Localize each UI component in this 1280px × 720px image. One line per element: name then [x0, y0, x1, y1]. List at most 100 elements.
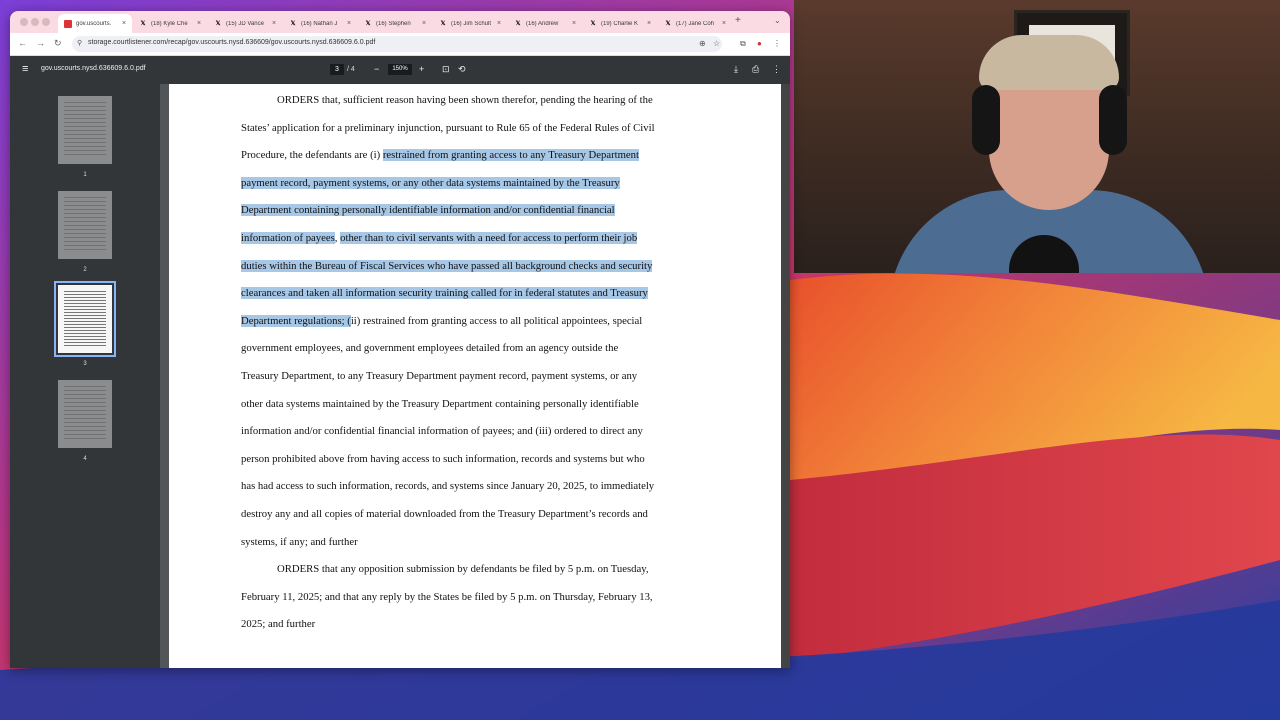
tab-close-icon[interactable]: × [270, 20, 278, 27]
thumbnail-page-number: 3 [83, 361, 87, 367]
rotate-icon[interactable]: ⟲ [458, 64, 466, 75]
pdf-more-icon[interactable]: ⋮ [772, 64, 781, 75]
headphone-right [1099, 85, 1127, 155]
window-zoom-button[interactable] [42, 18, 50, 26]
forward-arrow-icon[interactable]: → [36, 38, 45, 48]
tab-title: (16) Nathan J [301, 20, 338, 27]
browser-tab[interactable]: 𝕏 (15) JD Vance × [208, 14, 282, 33]
tab-close-icon[interactable]: × [345, 20, 353, 27]
browser-tab[interactable]: gov.uscourts. × [58, 14, 132, 33]
browser-tab[interactable]: 𝕏 (16) Stephen × [358, 14, 432, 33]
document-text-line: ORDERS that any opposition submission by… [277, 563, 649, 575]
tab-title: gov.uscourts. [76, 20, 112, 27]
download-icon[interactable]: ⤓ [734, 64, 738, 75]
browser-tab[interactable]: 𝕏 (17) Jane Coh × [658, 14, 732, 33]
text-segment: systems, if any; and further [241, 535, 358, 548]
tab-title: (16) Jim Schult [451, 20, 492, 27]
tab-close-icon[interactable]: × [420, 20, 428, 27]
page-thumbnail[interactable] [58, 379, 112, 448]
tab-close-icon[interactable]: × [570, 20, 578, 27]
browser-tab[interactable]: 𝕏 (16) Nathan J × [283, 14, 357, 33]
page-thumbnail[interactable] [58, 96, 112, 164]
text-segment: February 11, 2025; and that any reply by… [241, 590, 653, 603]
window-minimize-button[interactable] [31, 18, 39, 26]
tab-close-icon[interactable]: × [195, 20, 203, 27]
back-arrow-icon[interactable]: ← [18, 38, 27, 48]
document-text-line: information of payees, other than to civ… [241, 232, 638, 244]
tab-close-icon[interactable]: × [495, 20, 503, 27]
text-segment: information and/or confidential financia… [241, 425, 643, 438]
extensions-icon[interactable]: ⧉ [740, 39, 746, 49]
document-text-line: 2025; and further [241, 618, 315, 630]
browser-tab[interactable]: 𝕏 (18) Kyle Che × [133, 14, 207, 33]
x-logo-icon: 𝕏 [440, 21, 446, 27]
thumbnail-text-lines [64, 291, 106, 347]
document-text-line: systems, if any; and further [241, 536, 358, 548]
thumbnail-text-lines [64, 196, 106, 253]
document-text-line: Treasury Department, to any Treasury Dep… [241, 370, 637, 382]
tab-title: (19) Charlie K [601, 20, 639, 27]
pdf-scrollbar[interactable] [781, 84, 790, 668]
browser-tab[interactable]: 𝕏 (19) Charlie K × [583, 14, 657, 33]
highlighted-text: duties within the Bureau of Fiscal Servi… [241, 259, 653, 272]
page-number-input[interactable]: 3 [330, 64, 344, 75]
tab-title: (18) Kyle Che [151, 20, 188, 27]
pdf-favicon-icon [64, 19, 72, 28]
browser-menu-icon[interactable]: ⋮ [773, 39, 781, 48]
highlighted-text: Department regulations; ( [241, 314, 351, 327]
zoom-level[interactable]: 150% [388, 64, 412, 75]
document-text-line: other data systems maintained by the Tre… [241, 398, 639, 410]
text-segment: Procedure, the defendants are (i) [241, 149, 383, 162]
tab-title: (16) Stephen [376, 20, 411, 27]
reload-icon[interactable]: ↻ [54, 38, 62, 49]
text-segment: person prohibited above from having acce… [241, 452, 645, 465]
text-segment: States’ application for a preliminary in… [241, 121, 655, 134]
browser-tab[interactable]: 𝕏 (16) Andrew × [508, 14, 582, 33]
tab-title: (16) Andrew [526, 20, 559, 27]
fit-page-icon[interactable]: ⊡ [442, 64, 450, 75]
page-thumbnail[interactable] [54, 281, 116, 357]
document-text-line: Department regulations; (ii) restrained … [241, 314, 642, 327]
new-tab-button[interactable]: + [735, 15, 741, 26]
pdf-thumbnail-sidebar: 1 2 3 4 [10, 84, 160, 668]
thumbnail-page-number: 1 [83, 172, 87, 178]
document-text-line: payment record, payment systems, or any … [241, 176, 620, 189]
tab-search-chevron-icon[interactable]: ⌄ [774, 16, 781, 25]
pdf-viewer[interactable]: ORDERS that, sufficient reason having be… [160, 84, 790, 668]
tab-close-icon[interactable]: × [720, 20, 728, 27]
tab-close-icon[interactable]: × [645, 20, 653, 27]
tab-close-icon[interactable]: × [120, 20, 128, 27]
document-text-line: destroy any and all copies of material d… [241, 508, 648, 520]
document-text-line: Procedure, the defendants are (i) restra… [241, 149, 639, 162]
document-text-line: clearances and taken all information sec… [241, 287, 648, 300]
document-text-line: States’ application for a preliminary in… [241, 122, 655, 134]
highlighted-text: Department containing personally identif… [241, 204, 615, 217]
text-segment: destroy any and all copies of material d… [241, 508, 648, 520]
zoom-out-icon[interactable]: − [374, 64, 379, 74]
document-text-line: duties within the Bureau of Fiscal Servi… [241, 259, 653, 272]
pdf-toolbar: ≡ gov.uscourts.nysd.636609.6.0.pdf 3 / 4… [10, 56, 790, 84]
pdf-sidebar-menu-icon[interactable]: ≡ [22, 63, 28, 75]
zoom-in-icon[interactable]: + [419, 64, 424, 74]
tab-strip: gov.uscourts. × 𝕏 (18) Kyle Che × 𝕏 (15) JD Va… [10, 11, 790, 33]
bookmark-star-icon[interactable]: ☆ [713, 39, 720, 48]
page-total-value: 4 [350, 66, 355, 73]
site-info-icon[interactable]: ⚲ [77, 39, 82, 47]
address-bar[interactable]: ⚲ storage.courtlistener.com/recap/gov.us… [72, 36, 722, 52]
profile-avatar-icon[interactable]: ● [757, 39, 762, 48]
thumbnail-text-lines [64, 385, 106, 442]
browser-tab[interactable]: 𝕏 (16) Jim Schult × [433, 14, 507, 33]
pdf-page[interactable]: ORDERS that, sufficient reason having be… [169, 84, 781, 668]
print-icon[interactable]: ⎙ [752, 64, 759, 75]
zoom-icon[interactable]: ⊕ [699, 39, 706, 48]
document-text-line: ORDERS that, sufficient reason having be… [277, 94, 653, 106]
x-logo-icon: 𝕏 [365, 21, 371, 27]
page-thumbnail[interactable] [58, 190, 112, 259]
x-logo-icon: 𝕏 [515, 21, 521, 27]
x-logo-icon: 𝕏 [215, 21, 221, 27]
window-close-button[interactable] [20, 18, 28, 26]
browser-window: gov.uscourts. × 𝕏 (18) Kyle Che × 𝕏 (15) JD Va… [10, 11, 790, 668]
x-logo-icon: 𝕏 [290, 21, 296, 27]
person-hair [979, 35, 1119, 90]
tab-title: (15) JD Vance [226, 20, 264, 27]
